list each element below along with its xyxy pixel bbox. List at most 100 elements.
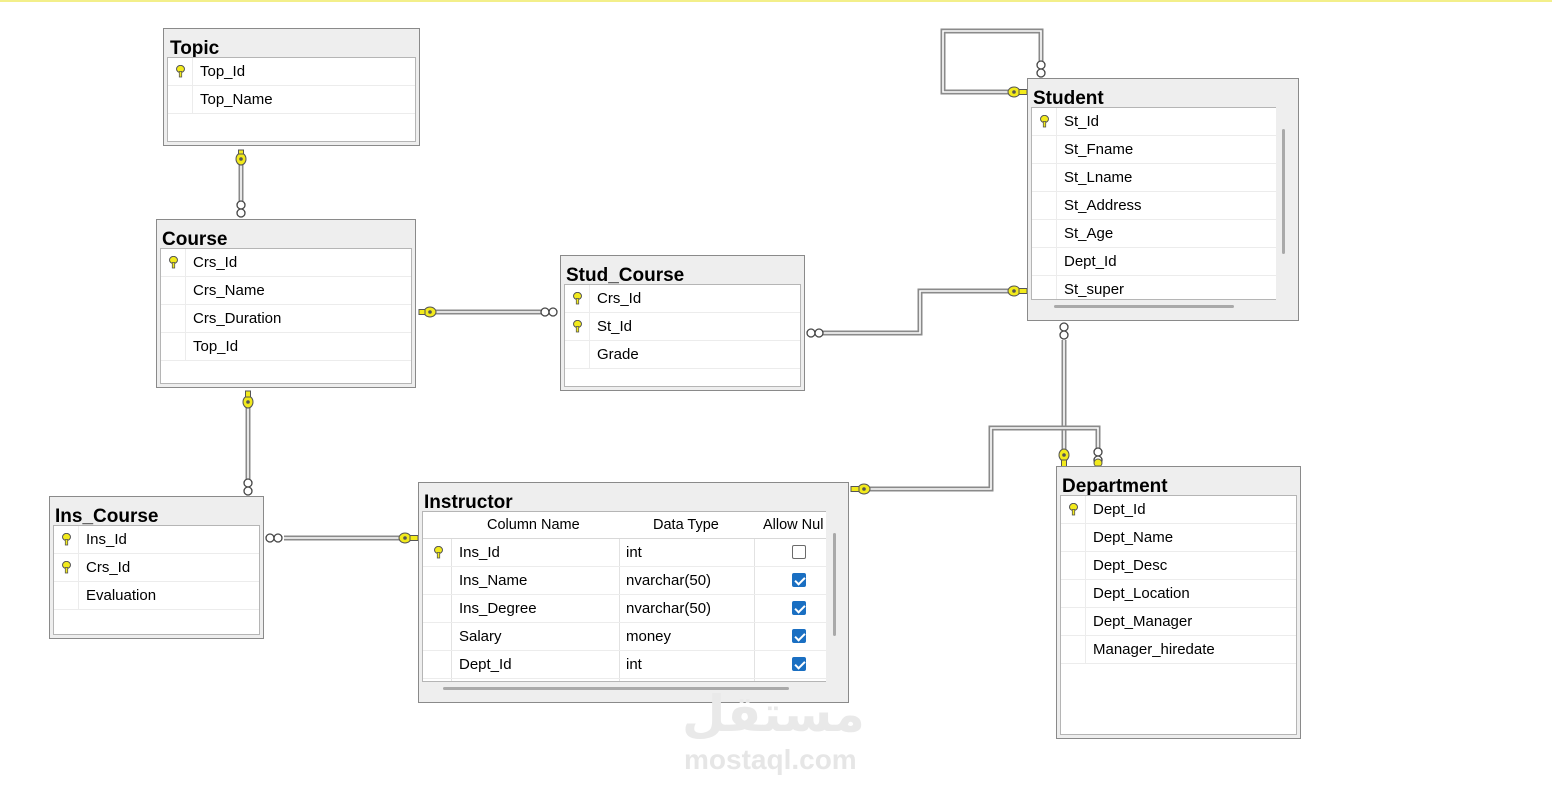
watermark-latin: mostaql.com [684,744,857,775]
key-end-icon [1058,448,1070,468]
column-name[interactable]: Ins_Name [459,572,527,589]
infinity-end-icon [806,328,824,338]
column-row[interactable]: Top_Name [168,86,415,114]
column-row[interactable]: Top_Id [161,333,411,361]
key-end-icon [850,483,871,495]
vertical-scrollbar[interactable] [1282,129,1285,254]
data-type[interactable]: nvarchar(50) [626,572,711,589]
allow-nulls-checkbox[interactable] [792,629,806,643]
column-name: Crs_Id [193,254,238,271]
column-name: Dept_Id [1093,501,1146,518]
data-type[interactable]: money [626,628,671,645]
column-row[interactable]: Evaluation [54,582,259,610]
primary-key-icon [62,561,71,574]
column-row[interactable]: Dept_Manager [1061,608,1296,636]
column-name: St_Address [1064,197,1142,214]
column-row[interactable]: Dept_Location [1061,580,1296,608]
column-name: Dept_Name [1093,529,1174,546]
column-row[interactable]: Ins_Id int [423,539,826,567]
column-row[interactable]: Crs_Id [565,285,800,313]
key-end-icon [242,390,254,409]
column-row[interactable]: Crs_Id [54,554,259,582]
header-data-type[interactable]: Data Type [653,517,719,533]
column-row[interactable]: St_Id [1032,108,1276,136]
column-row[interactable]: St_Lname [1032,164,1276,192]
column-list: St_Id St_Fname St_Lname St_Address St_Ag… [1031,107,1276,300]
allow-nulls-checkbox[interactable] [792,545,806,559]
column-row[interactable]: St_Fname [1032,136,1276,164]
watermark-arabic: مستقل [682,685,865,743]
column-name: Manager_hiredate [1093,641,1215,658]
column-name: St_Age [1064,225,1114,242]
infinity-end-icon [243,478,253,496]
column-row[interactable]: Ins_Id [54,526,259,554]
column-row[interactable]: Dept_Id [1061,496,1296,524]
column-row[interactable]: Ins_Name nvarchar(50) [423,567,826,595]
column-name[interactable]: Ins_Degree [459,600,537,617]
primary-key-icon [573,292,582,305]
column-row[interactable]: Dept_Id int [423,651,826,679]
data-type[interactable]: nvarchar(50) [626,600,711,617]
allow-nulls-checkbox[interactable] [792,601,806,615]
primary-key-icon [1069,503,1078,516]
column-row[interactable]: St_super [1032,276,1276,299]
column-name: St_super [1064,281,1125,298]
table-topic[interactable]: Topic Top_Id Top_Name [163,28,420,146]
primary-key-icon [573,320,582,333]
table-stud-course[interactable]: Stud_Course Crs_Id St_Id Grade [560,255,805,391]
column-row[interactable]: Manager_hiredate [1061,636,1296,664]
column-row[interactable]: Ins_Degree nvarchar(50) [423,595,826,623]
column-name: Top_Name [200,91,273,108]
grid-header: Column Name Data Type Allow Nul [423,512,826,539]
column-row[interactable]: Dept_Id [1032,248,1276,276]
vertical-scrollbar[interactable] [833,533,836,636]
allow-nulls-checkbox[interactable] [792,657,806,671]
allow-nulls-checkbox[interactable] [792,573,806,587]
column-row[interactable]: St_Address [1032,192,1276,220]
table-instructor[interactable]: Instructor Column Name Data Type Allow N… [418,482,849,703]
horizontal-scrollbar[interactable] [1054,305,1234,308]
column-name: Crs_Name [193,282,265,299]
column-name: Crs_Id [86,559,131,576]
column-row[interactable]: Dept_Desc [1061,552,1296,580]
table-student[interactable]: Student St_Id St_Fname St_Lname St_Addre… [1027,78,1299,321]
infinity-end-icon [236,200,246,218]
data-type[interactable]: int [626,656,642,673]
column-list: Dept_Id Dept_Name Dept_Desc Dept_Locatio… [1060,495,1297,735]
column-row[interactable]: St_Id [565,313,800,341]
primary-key-icon [1040,115,1049,128]
table-ins-course[interactable]: Ins_Course Ins_Id Crs_Id Evaluation [49,496,264,639]
column-row[interactable]: Top_Id [168,58,415,86]
infinity-end-icon [1059,322,1069,340]
column-name[interactable]: Salary [459,628,502,645]
data-type[interactable]: int [626,544,642,561]
header-allow-nulls[interactable]: Allow Nul [763,517,823,533]
column-name: St_Id [597,318,633,335]
key-end-icon [418,306,437,318]
column-name: St_Lname [1064,169,1133,186]
column-row[interactable]: St_Age [1032,220,1276,248]
column-list: Crs_Id St_Id Grade [564,284,801,387]
column-grid: Column Name Data Type Allow Nul Ins_Id i… [422,511,826,682]
key-end-icon [235,149,247,166]
column-list: Ins_Id Crs_Id Evaluation [53,525,260,635]
column-row[interactable]: Grade [565,341,800,369]
header-column-name[interactable]: Column Name [487,517,580,533]
column-name[interactable]: Dept_Id [459,656,512,673]
column-name: Crs_Id [597,290,642,307]
table-department[interactable]: Department Dept_Id Dept_Name Dept_Desc D… [1056,466,1301,739]
column-row[interactable]: Crs_Id [161,249,411,277]
table-course[interactable]: Course Crs_Id Crs_Name Crs_Duration Top_… [156,219,416,388]
column-name: Crs_Duration [193,310,282,327]
column-name: Dept_Desc [1093,557,1168,574]
column-row[interactable]: Crs_Duration [161,305,411,333]
column-row[interactable]: Salary money [423,623,826,651]
key-end-icon [1007,86,1028,98]
column-name[interactable]: Ins_Id [459,544,500,561]
column-name: Dept_Manager [1093,613,1193,630]
column-list: Crs_Id Crs_Name Crs_Duration Top_Id [160,248,412,384]
column-row[interactable]: Dept_Name [1061,524,1296,552]
column-name: St_Id [1064,113,1100,130]
column-row[interactable]: Crs_Name [161,277,411,305]
column-name: Top_Id [193,338,239,355]
